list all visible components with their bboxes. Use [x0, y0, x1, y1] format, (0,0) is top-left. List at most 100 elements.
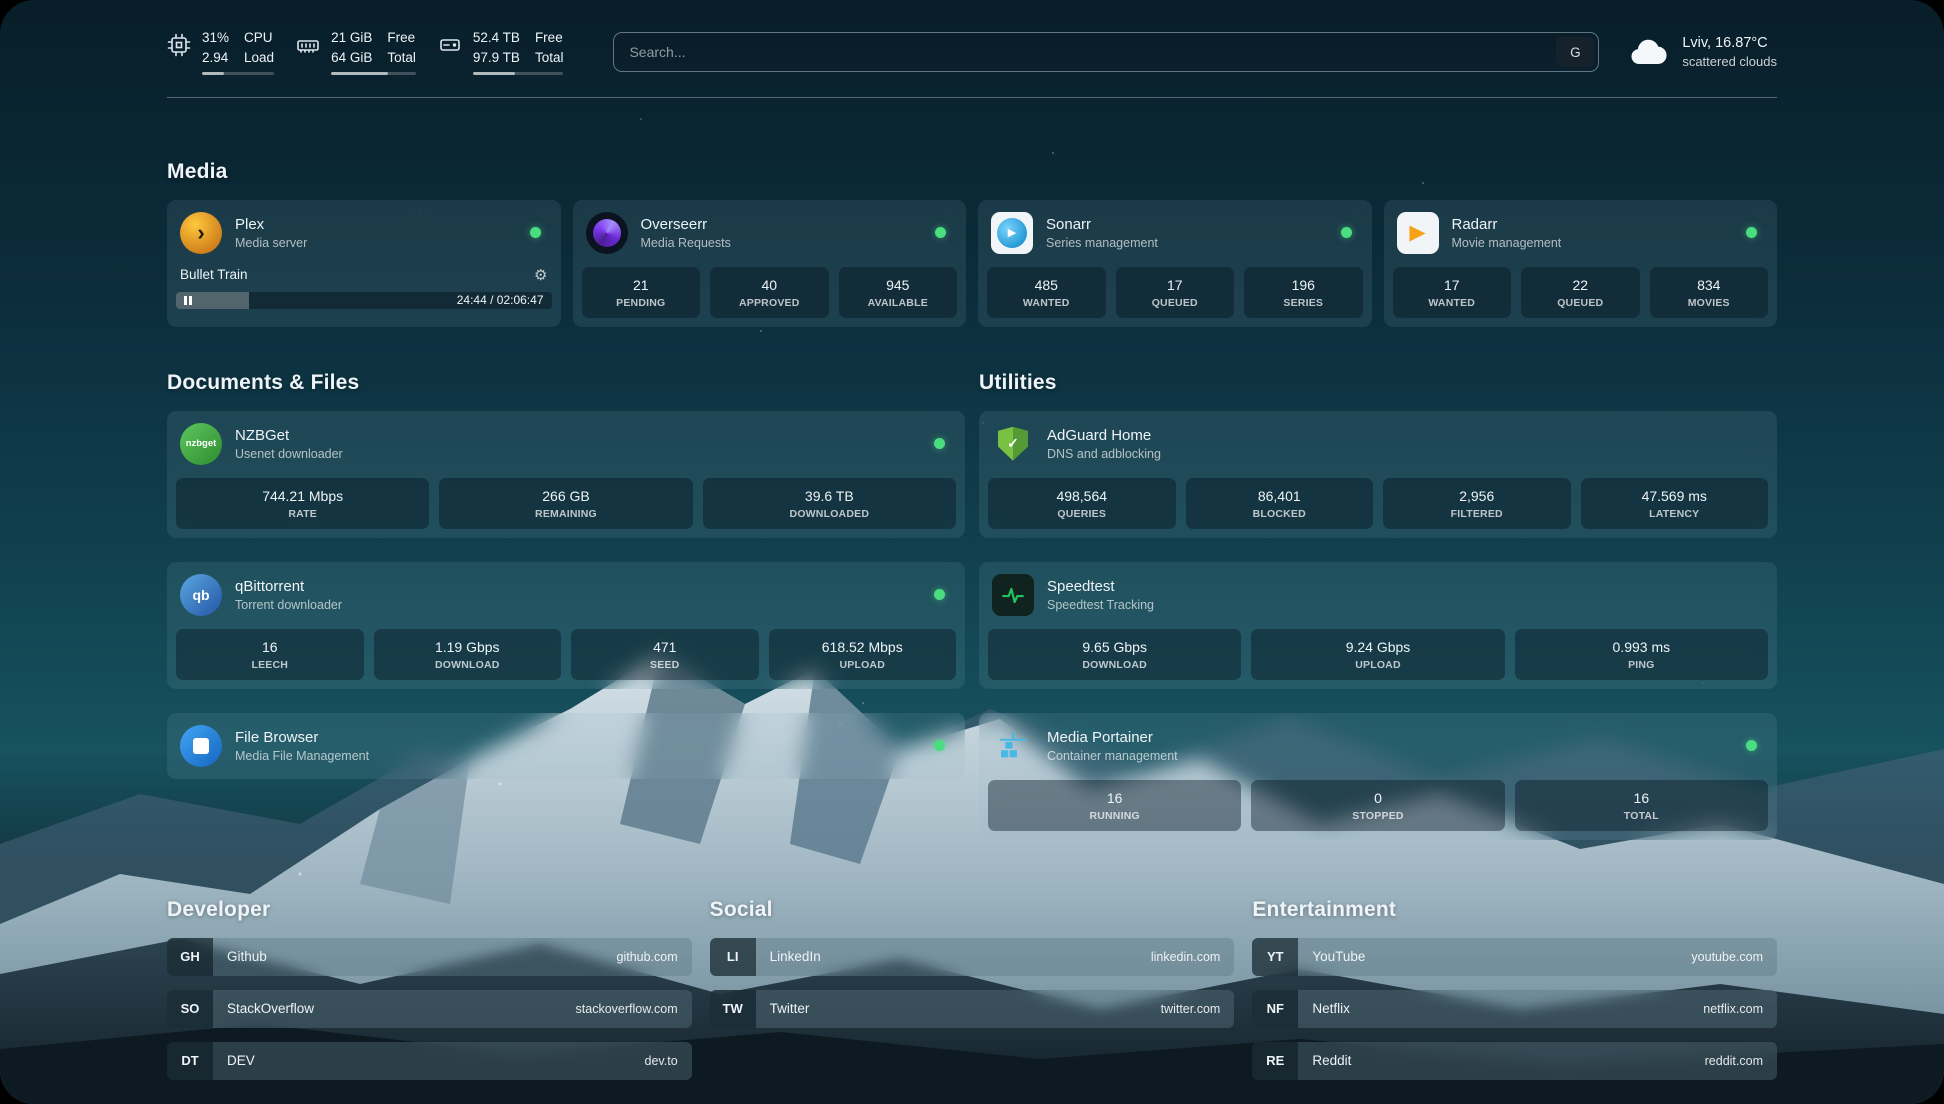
- bookmark-twitter[interactable]: TW Twitter twitter.com: [710, 990, 1235, 1028]
- weather-location: Lviv, 16.87°C: [1682, 35, 1777, 51]
- bookmark-domain: github.com: [617, 950, 692, 964]
- cpu-widget: 31% 2.94 CPU Load: [167, 30, 274, 75]
- nzbget-label-glyph: nzbget: [186, 438, 217, 449]
- service-name: File Browser: [235, 729, 369, 746]
- stat-value: 40: [714, 277, 825, 293]
- stat-label: RUNNING: [992, 810, 1237, 822]
- playback-progress-bar[interactable]: 24:44 / 02:06:47: [176, 292, 552, 309]
- service-desc: Series management: [1046, 236, 1158, 250]
- gear-icon[interactable]: ⚙: [534, 266, 547, 284]
- documents-section-title: Documents & Files: [167, 371, 965, 395]
- service-name: Media Portainer: [1047, 729, 1178, 746]
- service-sonarr-link[interactable]: ▶ Sonarr Series management: [987, 209, 1363, 257]
- disk-total-value: 97.9 TB: [473, 50, 520, 67]
- stat-label: QUERIES: [992, 508, 1172, 520]
- media-section-title: Media: [167, 160, 1777, 184]
- section-utilities: Utilities ✓ AdGuard Home DNS and adblock…: [979, 371, 1777, 840]
- stat-download: 9.65 GbpsDOWNLOAD: [988, 629, 1241, 680]
- bookmark-name: YouTube: [1298, 949, 1365, 964]
- bookmark-reddit[interactable]: RE Reddit reddit.com: [1252, 1042, 1777, 1080]
- stat-approved: 40APPROVED: [710, 267, 829, 318]
- service-card-filebrowser: File Browser Media File Management: [167, 713, 965, 779]
- cpu-progress-bar: [202, 72, 274, 75]
- service-card-overseerr: Overseerr Media Requests 21PENDING 40APP…: [573, 200, 967, 327]
- bookmark-domain: youtube.com: [1691, 950, 1777, 964]
- filebrowser-glyph: [193, 738, 209, 754]
- service-adguard-link[interactable]: ✓ AdGuard Home DNS and adblocking: [988, 420, 1768, 468]
- bookmark-domain: twitter.com: [1161, 1002, 1235, 1016]
- memory-free-label: Free: [387, 30, 416, 47]
- plex-chevron-glyph: ›: [197, 220, 204, 246]
- service-speedtest-link[interactable]: Speedtest Speedtest Tracking: [988, 571, 1768, 619]
- bookmarks-area: Developer GH Github github.com SO StackO…: [167, 898, 1777, 1094]
- stat-label: REMAINING: [443, 508, 688, 520]
- stat-movies: 834MOVIES: [1650, 267, 1769, 318]
- stat-label: LATENCY: [1585, 508, 1765, 520]
- stat-filtered: 2,956FILTERED: [1383, 478, 1571, 529]
- cloud-icon: [1627, 35, 1669, 69]
- stat-downloaded: 39.6 TBDOWNLOADED: [703, 478, 956, 529]
- service-name: Speedtest: [1047, 578, 1154, 595]
- service-card-radarr: ▶ Radarr Movie management 17WANTED 22QUE…: [1384, 200, 1778, 327]
- memory-widget: 21 GiB 64 GiB Free Total: [296, 30, 416, 75]
- cpu-chip-icon: [167, 33, 191, 57]
- stats-row: 16RUNNING 0STOPPED 16TOTAL: [988, 780, 1768, 831]
- cpu-usage-value: 31%: [202, 30, 229, 47]
- service-nzbget-link[interactable]: nzbget NZBGet Usenet downloader: [176, 420, 956, 468]
- stat-label: PENDING: [586, 297, 697, 309]
- service-card-sonarr: ▶ Sonarr Series management 485WANTED 17Q…: [978, 200, 1372, 327]
- search-input[interactable]: [618, 44, 1556, 60]
- stats-row: 485WANTED 17QUEUED 196SERIES: [987, 267, 1363, 318]
- topbar-divider: [167, 97, 1777, 98]
- service-plex-link[interactable]: › Plex Media server: [176, 209, 552, 257]
- stat-label: WANTED: [1397, 297, 1508, 309]
- bookmark-domain: reddit.com: [1705, 1054, 1777, 1068]
- bookmark-netflix[interactable]: NF Netflix netflix.com: [1252, 990, 1777, 1028]
- service-desc: Media File Management: [235, 749, 369, 763]
- bookmark-abbr: SO: [167, 990, 213, 1028]
- stat-value: 2,956: [1387, 488, 1567, 504]
- portainer-crane-icon: [992, 725, 1034, 767]
- memory-ram-icon: [296, 33, 320, 57]
- stat-label: UPLOAD: [773, 659, 953, 671]
- stat-value: 22: [1525, 277, 1636, 293]
- now-playing-title: Bullet Train: [180, 267, 248, 282]
- stat-seed: 471SEED: [571, 629, 759, 680]
- bookmark-stackoverflow[interactable]: SO StackOverflow stackoverflow.com: [167, 990, 692, 1028]
- bookmark-group-developer: Developer GH Github github.com SO StackO…: [167, 898, 692, 1094]
- stat-ping: 0.993 msPING: [1515, 629, 1768, 680]
- stats-row: 9.65 GbpsDOWNLOAD 9.24 GbpsUPLOAD 0.993 …: [988, 629, 1768, 680]
- topbar: 31% 2.94 CPU Load: [167, 30, 1777, 75]
- memory-total-value: 64 GiB: [331, 50, 372, 67]
- service-qbittorrent-link[interactable]: qb qBittorrent Torrent downloader: [176, 571, 956, 619]
- bookmark-dev[interactable]: DT DEV dev.to: [167, 1042, 692, 1080]
- search-provider-button[interactable]: G: [1556, 37, 1594, 67]
- stat-value: 834: [1654, 277, 1765, 293]
- bookmark-domain: linkedin.com: [1151, 950, 1234, 964]
- service-overseerr-link[interactable]: Overseerr Media Requests: [582, 209, 958, 257]
- stat-value: 1.19 Gbps: [378, 639, 558, 655]
- status-dot: [934, 589, 945, 600]
- bookmark-domain: netflix.com: [1703, 1002, 1777, 1016]
- bookmark-github[interactable]: GH Github github.com: [167, 938, 692, 976]
- stat-rate: 744.21 MbpsRATE: [176, 478, 429, 529]
- service-desc: Torrent downloader: [235, 598, 342, 612]
- bookmark-abbr: DT: [167, 1042, 213, 1080]
- stat-remaining: 266 GBREMAINING: [439, 478, 692, 529]
- stat-value: 39.6 TB: [707, 488, 952, 504]
- stat-series: 196SERIES: [1244, 267, 1363, 318]
- bookmark-youtube[interactable]: YT YouTube youtube.com: [1252, 938, 1777, 976]
- stat-value: 0: [1255, 790, 1500, 806]
- service-portainer-link[interactable]: Media Portainer Container management: [988, 722, 1768, 770]
- service-desc: Speedtest Tracking: [1047, 598, 1154, 612]
- cpu-load-value: 2.94: [202, 50, 229, 67]
- stat-value: 618.52 Mbps: [773, 639, 953, 655]
- stat-label: QUEUED: [1525, 297, 1636, 309]
- stat-value: 471: [575, 639, 755, 655]
- pause-icon[interactable]: [184, 296, 192, 305]
- service-filebrowser-link[interactable]: File Browser Media File Management: [176, 722, 956, 770]
- service-radarr-link[interactable]: ▶ Radarr Movie management: [1393, 209, 1769, 257]
- stat-value: 485: [991, 277, 1102, 293]
- service-desc: Media server: [235, 236, 307, 250]
- bookmark-linkedin[interactable]: LI LinkedIn linkedin.com: [710, 938, 1235, 976]
